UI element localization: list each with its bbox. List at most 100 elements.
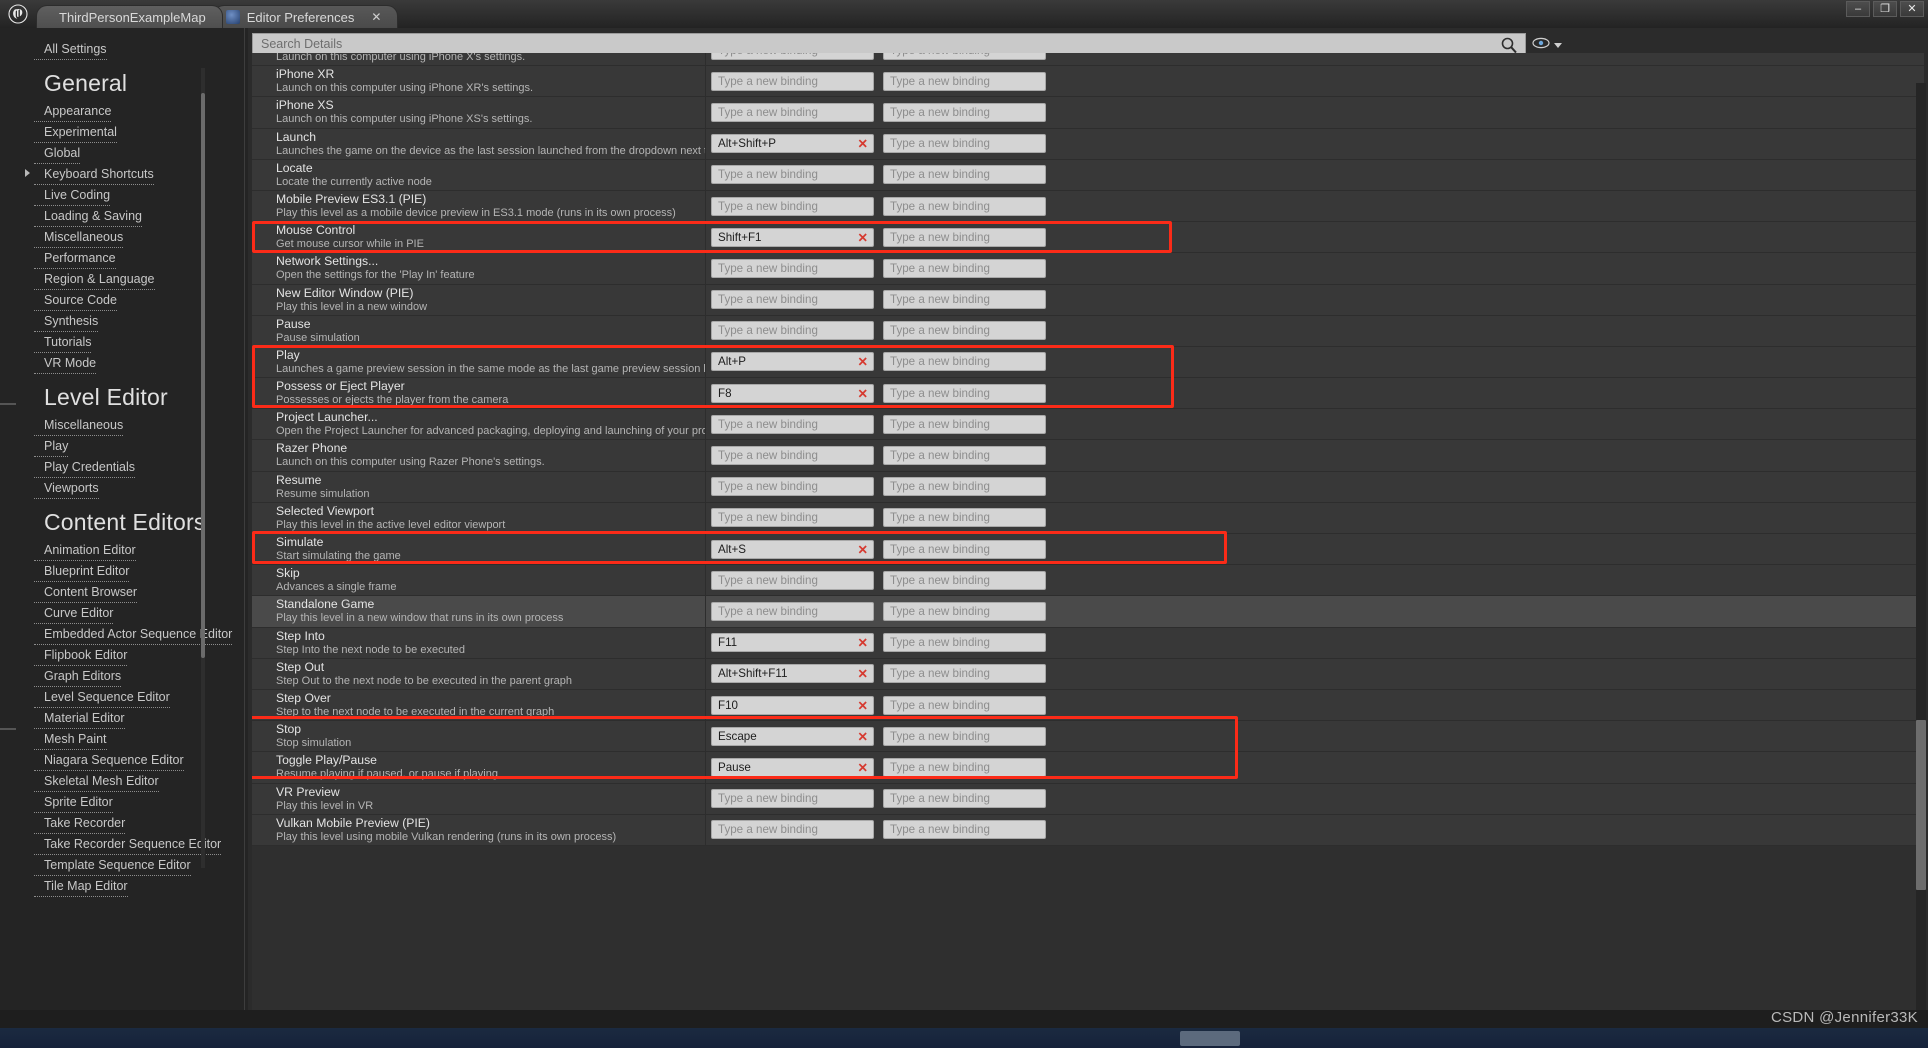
- primary-binding-input[interactable]: Type a new binding: [711, 165, 874, 184]
- table-row[interactable]: New Editor Window (PIE)Play this level i…: [252, 285, 1924, 316]
- secondary-binding-input[interactable]: Type a new binding: [883, 664, 1046, 683]
- chevron-down-icon[interactable]: [1554, 43, 1562, 48]
- table-row[interactable]: SimulateStart simulating the gameAlt+S✕T…: [252, 534, 1924, 565]
- clear-binding-icon[interactable]: ✕: [858, 386, 868, 402]
- secondary-binding-input[interactable]: Type a new binding: [883, 508, 1046, 527]
- table-row[interactable]: Toggle Play/PauseResume playing if pause…: [252, 752, 1924, 783]
- table-row[interactable]: Network Settings...Open the settings for…: [252, 253, 1924, 284]
- clear-binding-icon[interactable]: ✕: [858, 635, 868, 651]
- sidebar-item-blueprint-editor[interactable]: Blueprint Editor: [34, 561, 129, 582]
- table-row[interactable]: Step OverStep to the next node to be exe…: [252, 690, 1924, 721]
- table-row[interactable]: Vulkan Mobile Preview (PIE)Play this lev…: [252, 815, 1924, 846]
- sidebar-item-region-language[interactable]: Region & Language: [34, 269, 155, 290]
- primary-binding-input[interactable]: Type a new binding: [711, 321, 874, 340]
- table-row[interactable]: LocateLocate the currently active nodeTy…: [252, 160, 1924, 191]
- sidebar-item-mesh-paint[interactable]: Mesh Paint: [34, 729, 107, 750]
- primary-binding-input[interactable]: Type a new binding: [711, 103, 874, 122]
- secondary-binding-input[interactable]: Type a new binding: [883, 384, 1046, 403]
- table-row[interactable]: SkipAdvances a single frameType a new bi…: [252, 565, 1924, 596]
- secondary-binding-input[interactable]: Type a new binding: [883, 165, 1046, 184]
- primary-binding-input[interactable]: Type a new binding: [711, 446, 874, 465]
- secondary-binding-input[interactable]: Type a new binding: [883, 259, 1046, 278]
- table-row[interactable]: Step IntoStep Into the next node to be e…: [252, 628, 1924, 659]
- sidebar-item-play-credentials[interactable]: Play Credentials: [34, 457, 135, 478]
- primary-binding-input[interactable]: Type a new binding: [711, 259, 874, 278]
- primary-binding-input[interactable]: Type a new binding: [711, 415, 874, 434]
- table-row[interactable]: PausePause simulationType a new bindingT…: [252, 316, 1924, 347]
- secondary-binding-input[interactable]: Type a new binding: [883, 72, 1046, 91]
- sidebar-item-live-coding[interactable]: Live Coding: [34, 185, 110, 206]
- primary-binding-input[interactable]: Alt+P✕: [711, 352, 874, 371]
- sidebar-item-play[interactable]: Play: [34, 436, 68, 457]
- sidebar-item-content-browser[interactable]: Content Browser: [34, 582, 137, 603]
- clear-binding-icon[interactable]: ✕: [858, 230, 868, 246]
- close-icon[interactable]: ✕: [371, 11, 381, 23]
- table-row[interactable]: StopStop simulationEscape✕Type a new bin…: [252, 721, 1924, 752]
- table-row[interactable]: VR PreviewPlay this level in VRType a ne…: [252, 784, 1924, 815]
- sidebar-item-miscellaneous[interactable]: Miscellaneous: [34, 415, 123, 436]
- secondary-binding-input[interactable]: Type a new binding: [883, 540, 1046, 559]
- primary-binding-input[interactable]: F10✕: [711, 696, 874, 715]
- sidebar-item-global[interactable]: Global: [34, 143, 80, 164]
- primary-binding-input[interactable]: Type a new binding: [711, 602, 874, 621]
- table-row[interactable]: Step OutStep Out to the next node to be …: [252, 659, 1924, 690]
- primary-binding-input[interactable]: Pause✕: [711, 758, 874, 777]
- tab-editor-preferences[interactable]: Editor Preferences ✕: [213, 5, 399, 28]
- table-row[interactable]: LaunchLaunches the game on the device as…: [252, 129, 1924, 160]
- primary-binding-input[interactable]: Type a new binding: [711, 290, 874, 309]
- primary-binding-input[interactable]: F8✕: [711, 384, 874, 403]
- table-row[interactable]: iPhone XLaunch on this computer using iP…: [252, 53, 1924, 66]
- taskbar-button[interactable]: [1180, 1031, 1240, 1046]
- sidebar-item-synthesis[interactable]: Synthesis: [34, 311, 98, 332]
- primary-binding-input[interactable]: Alt+Shift+F11✕: [711, 664, 874, 683]
- sidebar-item-keyboard-shortcuts[interactable]: Keyboard Shortcuts: [34, 164, 154, 185]
- maximize-button[interactable]: ❐: [1873, 1, 1897, 17]
- clear-binding-icon[interactable]: ✕: [858, 136, 868, 152]
- secondary-binding-input[interactable]: Type a new binding: [883, 290, 1046, 309]
- table-row[interactable]: Mouse ControlGet mouse cursor while in P…: [252, 222, 1924, 253]
- sidebar-item-tutorials[interactable]: Tutorials: [34, 332, 91, 353]
- table-row[interactable]: Mobile Preview ES3.1 (PIE)Play this leve…: [252, 191, 1924, 222]
- sidebar-item-template-sequence-editor[interactable]: Template Sequence Editor: [34, 855, 191, 876]
- table-row[interactable]: ResumeResume simulationType a new bindin…: [252, 472, 1924, 503]
- sidebar-item-appearance[interactable]: Appearance: [34, 101, 111, 122]
- secondary-binding-input[interactable]: Type a new binding: [883, 571, 1046, 590]
- sidebar-item-material-editor[interactable]: Material Editor: [34, 708, 125, 729]
- sidebar-item-animation-editor[interactable]: Animation Editor: [34, 540, 136, 561]
- table-row[interactable]: iPhone XSLaunch on this computer using i…: [252, 97, 1924, 128]
- table-row[interactable]: Selected ViewportPlay this level in the …: [252, 503, 1924, 534]
- table-row[interactable]: Razer PhoneLaunch on this computer using…: [252, 440, 1924, 471]
- secondary-binding-input[interactable]: Type a new binding: [883, 820, 1046, 839]
- clear-binding-icon[interactable]: ✕: [858, 542, 868, 558]
- secondary-binding-input[interactable]: Type a new binding: [883, 415, 1046, 434]
- secondary-binding-input[interactable]: Type a new binding: [883, 477, 1046, 496]
- sidebar-item-tile-map-editor[interactable]: Tile Map Editor: [34, 876, 128, 897]
- sidebar-item-curve-editor[interactable]: Curve Editor: [34, 603, 113, 624]
- secondary-binding-input[interactable]: Type a new binding: [883, 758, 1046, 777]
- sidebar-item-skeletal-mesh-editor[interactable]: Skeletal Mesh Editor: [34, 771, 159, 792]
- sidebar-item-miscellaneous[interactable]: Miscellaneous: [34, 227, 123, 248]
- sidebar-item-loading-saving[interactable]: Loading & Saving: [34, 206, 142, 227]
- sidebar-item-flipbook-editor[interactable]: Flipbook Editor: [34, 645, 127, 666]
- table-row[interactable]: Possess or Eject PlayerPossesses or ejec…: [252, 378, 1924, 409]
- secondary-binding-input[interactable]: Type a new binding: [883, 602, 1046, 621]
- close-window-button[interactable]: ✕: [1900, 1, 1924, 17]
- primary-binding-input[interactable]: Type a new binding: [711, 477, 874, 496]
- primary-binding-input[interactable]: Type a new binding: [711, 508, 874, 527]
- sidebar-item-take-recorder[interactable]: Take Recorder: [34, 813, 125, 834]
- secondary-binding-input[interactable]: Type a new binding: [883, 446, 1046, 465]
- secondary-binding-input[interactable]: Type a new binding: [883, 321, 1046, 340]
- secondary-binding-input[interactable]: Type a new binding: [883, 789, 1046, 808]
- primary-binding-input[interactable]: Alt+Shift+P✕: [711, 134, 874, 153]
- sidebar-item-vr-mode[interactable]: VR Mode: [34, 353, 96, 374]
- search-icon[interactable]: [1500, 36, 1518, 54]
- secondary-binding-input[interactable]: Type a new binding: [883, 727, 1046, 746]
- sidebar-item-niagara-sequence-editor[interactable]: Niagara Sequence Editor: [34, 750, 184, 771]
- primary-binding-input[interactable]: Escape✕: [711, 727, 874, 746]
- secondary-binding-input[interactable]: Type a new binding: [883, 103, 1046, 122]
- sidebar-item-performance[interactable]: Performance: [34, 248, 116, 269]
- table-row[interactable]: Standalone GamePlay this level in a new …: [252, 596, 1924, 627]
- clear-binding-icon[interactable]: ✕: [858, 760, 868, 776]
- sidebar-item-take-recorder-sequence-editor[interactable]: Take Recorder Sequence Editor: [34, 834, 221, 855]
- primary-binding-input[interactable]: F11✕: [711, 633, 874, 652]
